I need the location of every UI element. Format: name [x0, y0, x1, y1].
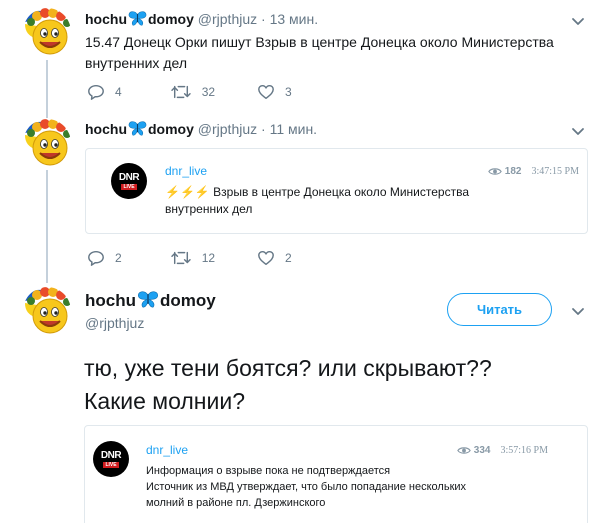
card-text-line: Информация о взрыве пока не подтверждает… — [146, 465, 391, 477]
tweet-header: hochu domoy @rjpthjuz · 13 мин. — [85, 11, 318, 27]
card-text-line: молний в районе пл. Дзержинского — [146, 497, 326, 509]
main-tweet-text-line: тю, уже тени боятся? или скрывают?? — [84, 355, 492, 381]
follow-button[interactable]: Читать — [447, 293, 552, 326]
tweet-time[interactable]: 13 мин. — [270, 11, 319, 27]
like-button[interactable]: 2 — [257, 249, 292, 267]
tweet-time[interactable]: 11 мин. — [270, 121, 318, 137]
tweet-text-line: внутренних дел — [85, 55, 187, 71]
separator-dot: · — [261, 11, 266, 27]
user-name[interactable]: hochu domoy — [85, 121, 194, 137]
card-author-name[interactable]: dnr_live — [165, 164, 207, 178]
dnr-live-logo[interactable]: DNR LIVE — [111, 163, 147, 199]
views-icon — [488, 167, 502, 176]
tweet-actions: 2 12 2 — [87, 248, 334, 268]
tweet-1[interactable]: hochu domoy @rjpthjuz · 13 мин. 15.47 Дон… — [0, 0, 608, 118]
user-name[interactable]: hochu domoy — [85, 291, 216, 311]
quoted-tweet-card[interactable]: DNR LIVE dnr_live 182 3:47:15 PM ⚡⚡⚡ Взр… — [85, 148, 588, 234]
user-name-part2: domoy — [148, 11, 194, 27]
user-name-part1: hochu — [85, 11, 127, 27]
retweet-count: 12 — [201, 251, 216, 265]
reply-count: 2 — [115, 251, 122, 265]
butterfly-icon — [128, 121, 147, 136]
like-count: 3 — [285, 85, 292, 99]
sunflower-smiley-avatar[interactable] — [23, 287, 71, 335]
user-name-part1: hochu — [85, 121, 127, 137]
main-tweet-text: тю, уже тени боятся? или скрывают?? Каки… — [84, 352, 584, 418]
butterfly-icon — [128, 11, 147, 26]
card-meta: 182 3:47:15 PM — [488, 166, 579, 177]
retweet-count: 32 — [201, 85, 216, 99]
view-count: 182 — [504, 166, 522, 177]
like-icon — [257, 83, 275, 101]
user-handle[interactable]: @rjpthjuz — [198, 11, 257, 27]
card-time: 3:57:16 PM — [500, 445, 548, 456]
logo-text-top: DNR — [100, 449, 122, 461]
retweet-icon — [170, 83, 192, 101]
card-meta: 334 3:57:16 PM — [457, 445, 548, 456]
sunflower-smiley-avatar[interactable] — [23, 119, 71, 167]
like-count: 2 — [285, 251, 292, 265]
retweet-button[interactable]: 32 — [170, 83, 215, 101]
retweet-icon — [170, 249, 192, 267]
like-button[interactable]: 3 — [257, 83, 292, 101]
card-text-line: внутренних дел — [165, 201, 253, 216]
user-name-part2: domoy — [160, 291, 216, 310]
logo-text-bottom: LIVE — [121, 183, 137, 190]
views-icon — [457, 446, 471, 455]
main-tweet-text-line: Какие молнии? — [84, 388, 245, 414]
logo-text-bottom: LIVE — [103, 461, 119, 468]
user-name-part1: hochu — [85, 291, 136, 310]
card-text: ⚡⚡⚡ Взрыв в центре Донецка около Министе… — [165, 184, 469, 217]
retweet-button[interactable]: 12 — [170, 249, 215, 267]
butterfly-icon — [137, 291, 159, 308]
tweet-2[interactable]: hochu domoy @rjpthjuz · 11 мин. DNR LIVE … — [0, 110, 608, 285]
card-author-name[interactable]: dnr_live — [146, 443, 188, 457]
caret-down-icon[interactable] — [569, 302, 587, 320]
reply-icon — [87, 83, 105, 101]
tweet-text: 15.47 Донецк Орки пишут Взрыв в центре Д… — [85, 32, 554, 74]
card-text: Информация о взрыве пока не подтверждает… — [146, 463, 466, 511]
sunflower-smiley-avatar[interactable] — [23, 8, 71, 56]
separator-dot: · — [261, 121, 266, 137]
reply-button[interactable]: 2 — [87, 249, 122, 267]
caret-down-icon[interactable] — [569, 12, 587, 30]
like-icon — [257, 249, 275, 267]
caret-down-icon[interactable] — [569, 122, 587, 140]
tweet-actions: 4 32 3 — [87, 82, 334, 102]
card-text-line: ⚡⚡⚡ Взрыв в центре Донецка около Министе… — [165, 185, 469, 199]
user-handle[interactable]: @rjpthjuz — [198, 121, 257, 137]
card-text-line: Источник из МВД утверждает, что было поп… — [146, 481, 467, 493]
user-name-part2: domoy — [148, 121, 194, 137]
tweet-text-line: 15.47 Донецк Орки пишут Взрыв в центре Д… — [85, 34, 554, 50]
reply-button[interactable]: 4 — [87, 83, 122, 101]
card-time: 3:47:15 PM — [531, 166, 579, 177]
tweet-header: hochu domoy @rjpthjuz · 11 мин. — [85, 121, 317, 137]
logo-text-top: DNR — [118, 171, 140, 183]
dnr-live-logo[interactable]: DNR LIVE — [93, 441, 129, 477]
reply-icon — [87, 249, 105, 267]
user-handle[interactable]: @rjpthjuz — [85, 315, 144, 331]
view-count: 334 — [473, 445, 491, 456]
reply-count: 4 — [115, 85, 122, 99]
user-name[interactable]: hochu domoy — [85, 11, 194, 27]
quoted-tweet-card[interactable]: DNR LIVE dnr_live 334 3:57:16 PM Информа… — [84, 425, 588, 523]
thread-line — [46, 170, 48, 283]
